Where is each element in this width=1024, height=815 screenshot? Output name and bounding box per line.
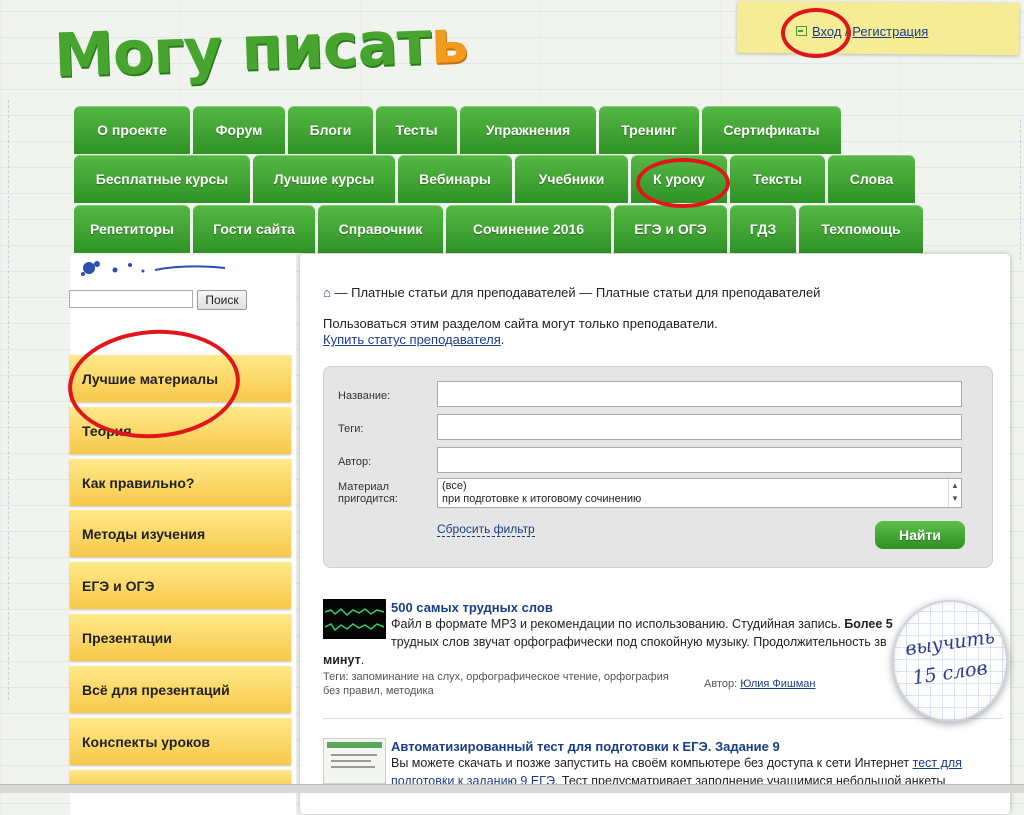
item-author-label: Автор: — [704, 678, 738, 690]
item-duration: минут — [323, 653, 361, 667]
sidebar-item-exams[interactable]: ЕГЭ и ОГЭ — [70, 562, 291, 609]
tab-training[interactable]: Тренинг — [599, 106, 699, 154]
sidebar-item-theory[interactable]: Теория — [70, 407, 291, 454]
buy-teacher-status-link[interactable]: Купить статус преподавателя — [323, 332, 501, 347]
sidebar-item-best-materials[interactable]: Лучшие материалы — [70, 355, 291, 402]
reset-filter-link[interactable]: Сбросить фильтр — [437, 522, 535, 537]
item-tags-line1: Теги: запоминание на слух, орфографическ… — [323, 671, 669, 683]
auth-links: Вход / Регистрация — [796, 24, 928, 39]
tab-reference[interactable]: Справочник — [318, 205, 443, 253]
tab-certificates[interactable]: Сертификаты — [702, 106, 841, 154]
item-divider — [323, 718, 1003, 719]
home-icon[interactable]: ⌂ — [323, 285, 331, 300]
filter-author-label: Автор: — [338, 456, 372, 468]
item-tags-line2: без правил, методика — [323, 685, 434, 697]
select-option-all[interactable]: (все) — [442, 480, 957, 493]
background-scribble — [8, 100, 69, 700]
auth-separator: / — [845, 24, 849, 39]
menu-row-3: Репетиторы Гости сайта Справочник Сочине… — [74, 205, 926, 253]
tab-about[interactable]: О проекте — [74, 106, 190, 154]
material-label-line2: пригодится: — [338, 493, 398, 505]
sidebar-item-lesson-notes[interactable]: Конспекты уроков — [70, 718, 291, 765]
tab-to-lesson[interactable]: К уроку — [631, 155, 727, 203]
item2-test-link-part1[interactable]: тест для — [913, 756, 962, 770]
sidebar-item-for-presentations[interactable]: Всё для презентаций — [70, 666, 291, 713]
item-description-line3: минут. — [323, 651, 364, 669]
menu-row-1: О проекте Форум Блоги Тесты Упражнения Т… — [74, 106, 844, 154]
register-link[interactable]: Регистрация — [852, 24, 928, 39]
search-button[interactable]: Поиск — [197, 290, 247, 310]
item-title-ege-test[interactable]: Автоматизированный тест для подготовки к… — [391, 739, 780, 754]
filter-name-input[interactable] — [437, 381, 962, 407]
tab-guests[interactable]: Гости сайта — [193, 205, 315, 253]
tab-gdz[interactable]: ГДЗ — [730, 205, 796, 253]
audio-waveform-thumbnail[interactable] — [323, 599, 386, 639]
buy-teacher-status-line: Купить статус преподавателя. — [323, 332, 504, 347]
scroll-arrows-icon[interactable]: ▲ ▼ — [948, 479, 961, 507]
sidebar-item-how-correct[interactable]: Как правильно? — [70, 459, 291, 506]
background-scribble-right — [940, 120, 1021, 260]
item-description-line2: трудных слов звучат орфографически под с… — [391, 635, 887, 649]
tab-textbooks[interactable]: Учебники — [515, 155, 628, 203]
site-logo[interactable]: Могу писать — [53, 7, 469, 91]
item-author: Автор: Юлия Фишман — [704, 678, 816, 690]
tab-tech-support[interactable]: Техпомощь — [799, 205, 923, 253]
breadcrumb: ⌂ — Платные статьи для преподавателей — … — [323, 285, 820, 300]
tab-tests[interactable]: Тесты — [376, 106, 457, 154]
filter-material-label: Материал пригодится: — [338, 481, 398, 505]
search-input[interactable] — [69, 290, 193, 308]
tab-exams[interactable]: ЕГЭ и ОГЭ — [614, 205, 727, 253]
enter-icon — [796, 26, 807, 36]
filter-author-input[interactable] — [437, 447, 962, 473]
tab-exercises[interactable]: Упражнения — [460, 106, 596, 154]
select-option-essay[interactable]: при подготовке к итоговому сочинению — [442, 493, 957, 506]
filter-tags-input[interactable] — [437, 414, 962, 440]
tab-tutors[interactable]: Репетиторы — [74, 205, 190, 253]
item-description-bold: Более 5 — [844, 617, 893, 631]
badge-line2: 15 слов — [911, 656, 989, 690]
item2-description-part1: Вы можете скачать и позже запустить на с… — [391, 756, 910, 770]
tab-blogs[interactable]: Блоги — [288, 106, 373, 154]
tab-essay-2016[interactable]: Сочинение 2016 — [446, 205, 611, 253]
test-screenshot-thumbnail[interactable] — [323, 738, 386, 784]
menu-row-2: Бесплатные курсы Лучшие курсы Вебинары У… — [74, 155, 918, 203]
item-description-part1: Файл в формате MP3 и рекомендации по исп… — [391, 617, 841, 631]
tab-forum[interactable]: Форум — [193, 106, 285, 154]
breadcrumb-text: — Платные статьи для преподавателей — Пл… — [334, 285, 821, 300]
sidebar-item-study-methods[interactable]: Методы изучения — [70, 510, 291, 557]
find-button[interactable]: Найти — [875, 521, 965, 549]
item-title-500-words[interactable]: 500 самых трудных слов — [391, 600, 553, 615]
item2-description-line1: Вы можете скачать и позже запустить на с… — [391, 754, 991, 772]
login-link[interactable]: Вход — [812, 24, 841, 39]
learn-15-words-badge[interactable]: выучить 15 слов — [892, 600, 1008, 722]
item-tags: Теги: запоминание на слух, орфографическ… — [323, 670, 669, 698]
tab-free-courses[interactable]: Бесплатные курсы — [74, 155, 250, 203]
tab-best-courses[interactable]: Лучшие курсы — [253, 155, 395, 203]
item-author-link[interactable]: Юлия Фишман — [740, 678, 815, 690]
filter-tags-label: Теги: — [338, 423, 364, 435]
tab-words[interactable]: Слова — [828, 155, 915, 203]
item-duration-suffix: . — [360, 653, 365, 667]
tab-texts[interactable]: Тексты — [730, 155, 825, 203]
filter-material-select[interactable]: (все) при подготовке к итоговому сочинен… — [437, 478, 962, 508]
teacher-notice: Пользоваться этим разделом сайта могут т… — [323, 316, 718, 331]
buy-link-suffix: . — [500, 332, 505, 347]
tab-webinars[interactable]: Вебинары — [398, 155, 512, 203]
ink-splatter — [81, 261, 226, 276]
material-label-line1: Материал — [338, 481, 389, 493]
filter-name-label: Название: — [338, 390, 391, 402]
sidebar-item-presentations[interactable]: Презентации — [70, 614, 291, 661]
